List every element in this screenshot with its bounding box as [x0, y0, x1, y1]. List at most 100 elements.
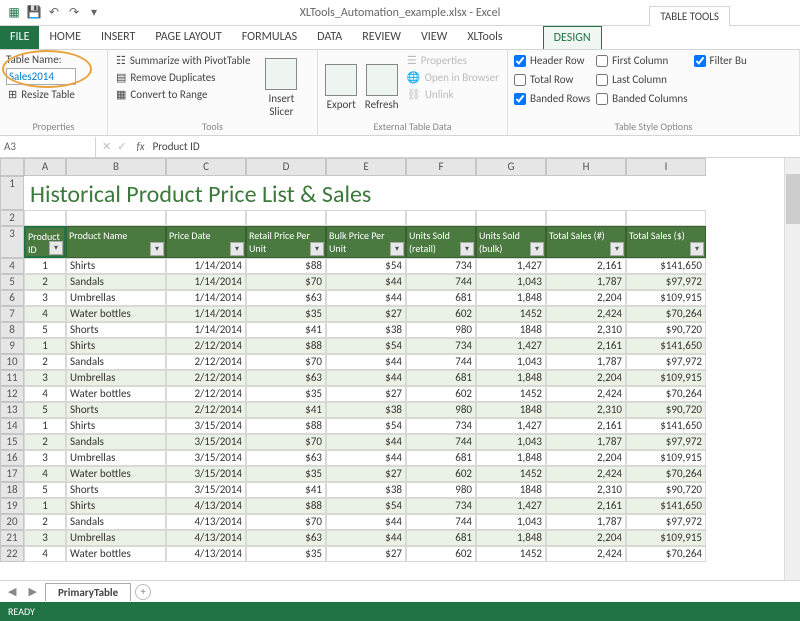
cell[interactable]: $141,650 [626, 418, 706, 434]
cell[interactable]: 744 [406, 514, 476, 530]
cell[interactable]: $44 [326, 274, 406, 290]
cell[interactable]: 2,204 [546, 370, 626, 386]
cell[interactable]: 602 [406, 546, 476, 562]
cell[interactable]: 1848 [476, 402, 546, 418]
cell[interactable]: $88 [246, 498, 326, 514]
tab-review[interactable]: REVIEW [352, 26, 411, 49]
table-header[interactable]: Total Sales (#)▾ [546, 226, 626, 258]
cell[interactable]: $27 [326, 306, 406, 322]
cell[interactable]: 2,204 [546, 450, 626, 466]
undo-icon[interactable]: ↶ [46, 5, 62, 21]
cell[interactable]: $63 [246, 290, 326, 306]
row-header[interactable]: 16 [0, 450, 24, 466]
cell[interactable]: 681 [406, 530, 476, 546]
cell[interactable]: $44 [326, 450, 406, 466]
filter-dropdown-icon[interactable]: ▾ [460, 242, 474, 256]
cell[interactable]: $70,264 [626, 546, 706, 562]
cell[interactable]: 4 [24, 546, 66, 562]
cell[interactable]: 1,043 [476, 274, 546, 290]
tab-page-layout[interactable]: PAGE LAYOUT [145, 26, 231, 49]
row-header[interactable]: 6 [0, 290, 24, 306]
table-header[interactable]: Price Date▾ [166, 226, 246, 258]
cell[interactable]: $97,972 [626, 434, 706, 450]
cell[interactable]: 734 [406, 258, 476, 274]
cell[interactable]: $44 [326, 434, 406, 450]
cell[interactable] [166, 210, 246, 226]
refresh-button[interactable]: Refresh [364, 53, 398, 118]
filter-button-checkbox[interactable]: Filter Bu [694, 53, 747, 68]
cell[interactable]: 2,424 [546, 386, 626, 402]
summarize-pivot-button[interactable]: ☷Summarize with PivotTable [114, 53, 252, 68]
formula-input[interactable]: Product ID [149, 140, 800, 153]
cell[interactable]: 3/15/2014 [166, 466, 246, 482]
cell[interactable]: $141,650 [626, 338, 706, 354]
cell[interactable]: 2,161 [546, 498, 626, 514]
cell[interactable]: 4 [24, 386, 66, 402]
cell[interactable]: 681 [406, 450, 476, 466]
row-header[interactable]: 15 [0, 434, 24, 450]
sheet-nav-prev-icon[interactable]: ◀ [4, 585, 20, 598]
cell[interactable]: 1,427 [476, 258, 546, 274]
table-header[interactable]: Units Sold (retail)▾ [406, 226, 476, 258]
cell[interactable]: 1/14/2014 [166, 258, 246, 274]
tab-view[interactable]: VIEW [411, 26, 457, 49]
cell[interactable]: 1/14/2014 [166, 274, 246, 290]
cell[interactable] [326, 210, 406, 226]
cell[interactable]: $38 [326, 322, 406, 338]
cell[interactable]: 2,161 [546, 338, 626, 354]
cell[interactable]: $109,915 [626, 370, 706, 386]
filter-dropdown-icon[interactable]: ▾ [49, 241, 63, 255]
cell[interactable]: 1,848 [476, 370, 546, 386]
cell[interactable]: Shirts [66, 498, 166, 514]
row-header[interactable]: 22 [0, 546, 24, 562]
cell[interactable]: $90,720 [626, 402, 706, 418]
cell[interactable]: 980 [406, 402, 476, 418]
filter-dropdown-icon[interactable]: ▾ [310, 242, 324, 256]
cell[interactable]: $70 [246, 354, 326, 370]
cell[interactable]: $90,720 [626, 322, 706, 338]
cell[interactable]: 681 [406, 290, 476, 306]
table-header[interactable]: Bulk Price Per Unit▾ [326, 226, 406, 258]
cell[interactable]: $90,720 [626, 482, 706, 498]
cell[interactable]: 1 [24, 418, 66, 434]
cell[interactable]: $70,264 [626, 306, 706, 322]
cell[interactable]: $44 [326, 514, 406, 530]
column-header[interactable]: F [406, 158, 476, 176]
table-header[interactable]: Total Sales ($)▾ [626, 226, 706, 258]
cell[interactable]: 1452 [476, 466, 546, 482]
column-header[interactable]: I [626, 158, 706, 176]
cell[interactable]: $63 [246, 450, 326, 466]
cell[interactable] [406, 210, 476, 226]
cell[interactable]: 744 [406, 434, 476, 450]
table-header[interactable]: Product ID▾ [24, 226, 66, 258]
remove-duplicates-button[interactable]: ▤Remove Duplicates [114, 70, 252, 85]
cell[interactable]: 2,161 [546, 258, 626, 274]
filter-dropdown-icon[interactable]: ▾ [150, 242, 164, 256]
cell[interactable]: $35 [246, 386, 326, 402]
cell[interactable]: $109,915 [626, 290, 706, 306]
row-header[interactable]: 9 [0, 338, 24, 354]
cell[interactable]: 744 [406, 354, 476, 370]
cell[interactable]: $44 [326, 530, 406, 546]
column-header[interactable]: D [246, 158, 326, 176]
tab-design[interactable]: DESIGN [543, 26, 602, 49]
cell[interactable]: 1,787 [546, 274, 626, 290]
cell[interactable]: Umbrellas [66, 290, 166, 306]
banded-rows-checkbox[interactable]: Banded Rows [514, 91, 590, 106]
cell[interactable]: $88 [246, 258, 326, 274]
name-box[interactable]: A3 [0, 137, 96, 157]
row-header[interactable]: 14 [0, 418, 24, 434]
cell[interactable]: 5 [24, 402, 66, 418]
cell[interactable]: $54 [326, 498, 406, 514]
filter-dropdown-icon[interactable]: ▾ [690, 242, 704, 256]
row-header[interactable]: 10 [0, 354, 24, 370]
cell[interactable]: 980 [406, 322, 476, 338]
cell[interactable]: 2,310 [546, 482, 626, 498]
cell[interactable]: $141,650 [626, 258, 706, 274]
cell[interactable]: 3/15/2014 [166, 482, 246, 498]
cell[interactable]: $70 [246, 514, 326, 530]
cell[interactable]: 602 [406, 306, 476, 322]
cell[interactable]: $27 [326, 386, 406, 402]
column-header[interactable]: C [166, 158, 246, 176]
cell[interactable]: 2,204 [546, 530, 626, 546]
